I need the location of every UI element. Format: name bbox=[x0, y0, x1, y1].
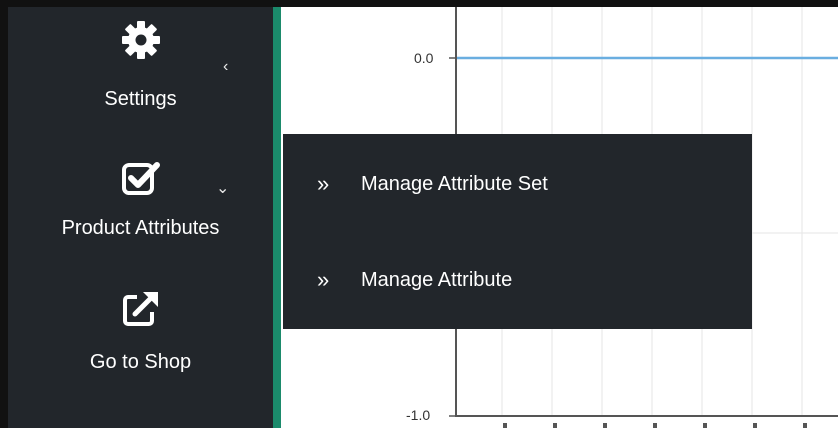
checkbox-icon bbox=[121, 160, 161, 203]
y-tick-label-top: 0.0 bbox=[414, 50, 434, 66]
window-left-border bbox=[0, 0, 8, 428]
gear-icon bbox=[121, 20, 161, 65]
product-attributes-submenu: » Manage Attribute Set » Manage Attribut… bbox=[283, 134, 752, 329]
double-chevron-right-icon: » bbox=[317, 267, 330, 292]
menu-item-label: Manage Attribute bbox=[361, 269, 513, 291]
window-top-border bbox=[0, 0, 838, 7]
menu-item-label: Manage Attribute Set bbox=[361, 173, 548, 195]
external-link-icon bbox=[121, 288, 161, 333]
x-tick-stubs bbox=[503, 423, 807, 428]
sidebar-item-label: Product Attributes bbox=[61, 217, 220, 239]
sidebar-accent-bar bbox=[273, 7, 281, 428]
sidebar-item-product-attributes[interactable]: ⌄ Product Attributes bbox=[8, 150, 273, 250]
sidebar-item-label: Go to Shop bbox=[89, 351, 192, 373]
y-tick-label-bottom: -1.0 bbox=[406, 407, 431, 423]
menu-item-manage-attribute-set[interactable]: » Manage Attribute Set bbox=[283, 154, 752, 214]
app-window: 0.0 -1.0 ‹ Settings ⌄ Product Attributes… bbox=[0, 0, 838, 428]
sidebar-item-go-to-shop[interactable]: Go to Shop bbox=[8, 280, 273, 380]
menu-item-manage-attribute[interactable]: » Manage Attribute bbox=[283, 250, 752, 310]
sidebar-item-label: Settings bbox=[104, 88, 177, 110]
expand-chevron-icon: ⌄ bbox=[216, 180, 230, 197]
collapse-chevron-icon: ‹ bbox=[223, 58, 229, 75]
double-chevron-right-icon: » bbox=[317, 171, 330, 196]
sidebar-item-settings[interactable]: ‹ Settings bbox=[8, 14, 273, 124]
